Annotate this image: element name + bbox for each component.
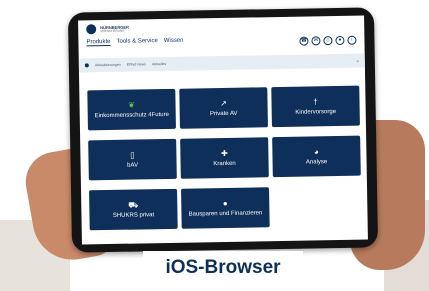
home-icon[interactable]: ⌂ — [323, 36, 333, 46]
tile-label: SHUKRS privat — [112, 211, 155, 219]
tile-shukrs-privat[interactable]: ⛟ SHUKRS privat — [89, 188, 178, 231]
info-dot-icon — [84, 63, 89, 68]
tile-bav[interactable]: ▯ bAV — [88, 138, 177, 181]
tile-label: Einkommensschutz 4Future — [94, 111, 169, 119]
nav-item-tools-service[interactable]: Tools & Service — [116, 38, 157, 46]
tile-label: bAV — [127, 161, 139, 169]
tile-label: Analyse — [305, 158, 328, 166]
car-icon: ⛟ — [128, 199, 139, 210]
tile-label: Private AV — [209, 110, 238, 117]
medical-kit-icon: ✚ — [220, 148, 228, 158]
tablet-device: NÜRNBERGER VERSICHERUNG Produkte Tools &… — [67, 7, 379, 253]
tile-label: Kranken — [213, 160, 236, 167]
piggy-bank-icon: ● — [222, 198, 228, 208]
nav-item-produkte[interactable]: Produkte — [86, 38, 111, 47]
caption-text: iOS-Browser — [165, 257, 281, 278]
info-link-aktualisierungen[interactable]: Aktualisierungen — [95, 63, 121, 67]
building-icon: ▯ — [130, 150, 135, 160]
pie-chart-icon: ◕ — [313, 146, 319, 156]
mail-icon[interactable]: ✉ — [311, 36, 321, 46]
ios-browser-caption: iOS-Browser — [143, 251, 303, 285]
brand-logo[interactable]: NÜRNBERGER VERSICHERUNG — [86, 20, 356, 35]
tablet-screen: NÜRNBERGER VERSICHERUNG Produkte Tools &… — [78, 15, 368, 245]
tile-kranken[interactable]: ✚ Kranken — [180, 137, 269, 179]
tile-private-av[interactable]: ↗ Private AV — [179, 87, 268, 129]
header-icons: ☎ ✉ ⌂ ● i — [299, 35, 357, 46]
chart-icon: ↗ — [220, 98, 227, 108]
tile-kindervorsorge[interactable]: † Kindervorsorge — [271, 85, 360, 128]
info-link-aktuelles[interactable]: Aktuelles — [152, 62, 166, 66]
phone-icon[interactable]: ☎ — [299, 36, 309, 46]
brand-subtitle: VERSICHERUNG — [100, 28, 125, 33]
logo-icon — [86, 24, 97, 35]
header: NÜRNBERGER VERSICHERUNG Produkte Tools &… — [78, 16, 365, 59]
info-icon[interactable]: i — [347, 35, 357, 45]
close-icon[interactable]: × — [356, 58, 358, 63]
info-link-epfad-news[interactable]: EPfad News — [127, 62, 146, 66]
child-icon: † — [313, 96, 318, 106]
nav-item-wissen[interactable]: Wissen — [164, 38, 184, 45]
leaf-icon: ❦ — [128, 100, 135, 110]
tile-label: Kindervorsorge — [295, 108, 337, 116]
tile-label: Bausparen und Finanzieren — [188, 209, 263, 218]
tile-analyse[interactable]: ◕ Analyse — [272, 135, 361, 178]
tile-bausparen[interactable]: ● Bausparen und Finanzieren — [181, 187, 270, 229]
tile-einkommensschutz[interactable]: ❦ Einkommensschutz 4Future — [87, 88, 176, 131]
user-icon[interactable]: ● — [335, 35, 345, 46]
